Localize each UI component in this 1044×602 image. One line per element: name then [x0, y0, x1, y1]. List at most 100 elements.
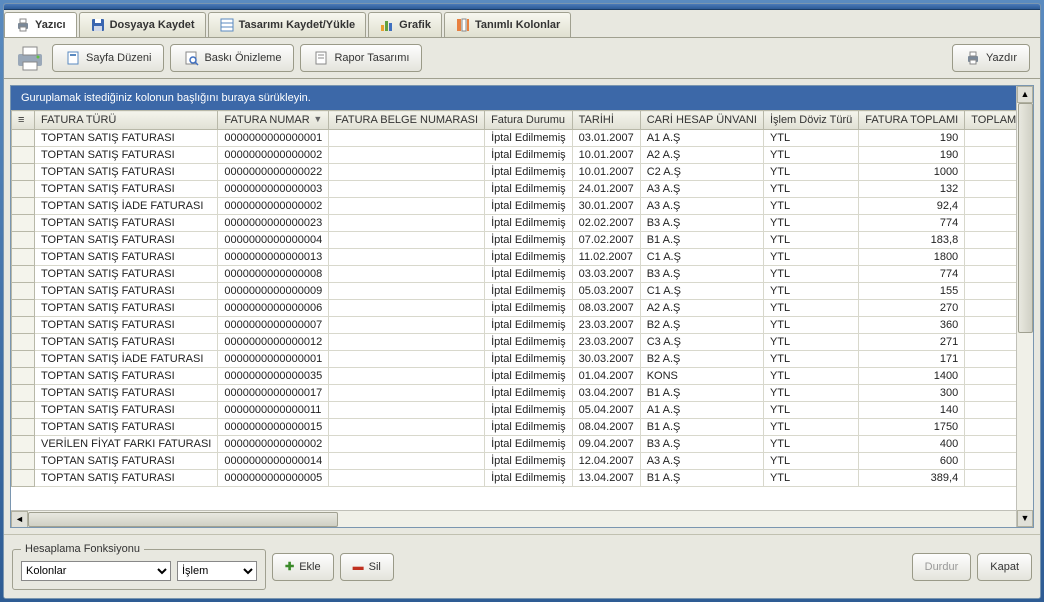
row-indicator[interactable] [12, 181, 35, 198]
table-cell[interactable]: 07.02.2007 [572, 232, 640, 249]
table-row[interactable]: TOPTAN SATIŞ FATURASI0000000000000005İpt… [12, 470, 1017, 487]
table-cell[interactable]: 183,8 [859, 232, 965, 249]
table-cell[interactable]: 1800 [859, 249, 965, 266]
row-indicator[interactable] [12, 198, 35, 215]
table-cell[interactable] [329, 419, 485, 436]
table-cell[interactable]: 0000000000000022 [218, 164, 329, 181]
row-indicator[interactable] [12, 249, 35, 266]
scroll-track[interactable] [1017, 103, 1033, 510]
table-cell[interactable]: TOPTAN SATIŞ FATURASI [35, 232, 218, 249]
table-cell[interactable]: YTL [763, 232, 858, 249]
table-cell[interactable]: TOPTAN SATIŞ FATURASI [35, 215, 218, 232]
table-cell[interactable]: 0 [965, 232, 1016, 249]
table-cell[interactable] [329, 334, 485, 351]
table-cell[interactable]: 92,4 [859, 198, 965, 215]
table-cell[interactable] [329, 181, 485, 198]
tab-tasarimi[interactable]: Tasarımı Kaydet/Yükle [208, 12, 367, 37]
table-cell[interactable]: 0000000000000017 [218, 385, 329, 402]
table-cell[interactable] [329, 215, 485, 232]
table-cell[interactable]: YTL [763, 266, 858, 283]
table-cell[interactable]: TOPTAN SATIŞ FATURASI [35, 130, 218, 147]
table-cell[interactable]: İptal Edilmemiş [485, 351, 573, 368]
table-cell[interactable]: TOPTAN SATIŞ İADE FATURASI [35, 198, 218, 215]
table-cell[interactable]: YTL [763, 453, 858, 470]
table-cell[interactable]: 0000000000000008 [218, 266, 329, 283]
table-cell[interactable]: YTL [763, 470, 858, 487]
table-cell[interactable]: 0000000000000015 [218, 419, 329, 436]
table-cell[interactable]: 190 [859, 147, 965, 164]
row-indicator[interactable] [12, 283, 35, 300]
table-row[interactable]: TOPTAN SATIŞ FATURASI0000000000000022İpt… [12, 164, 1017, 181]
table-cell[interactable]: 0 [965, 436, 1016, 453]
table-cell[interactable]: 0 [965, 402, 1016, 419]
table-row[interactable]: TOPTAN SATIŞ FATURASI0000000000000008İpt… [12, 266, 1017, 283]
table-cell[interactable]: 0 [965, 351, 1016, 368]
table-row[interactable]: VERİLEN FİYAT FARKI FATURASI000000000000… [12, 436, 1017, 453]
table-cell[interactable]: 03.03.2007 [572, 266, 640, 283]
table-cell[interactable]: 155 [859, 283, 965, 300]
table-cell[interactable]: 10.01.2007 [572, 147, 640, 164]
table-row[interactable]: TOPTAN SATIŞ FATURASI0000000000000017İpt… [12, 385, 1017, 402]
table-cell[interactable]: TOPTAN SATIŞ FATURASI [35, 266, 218, 283]
table-cell[interactable]: 23.03.2007 [572, 334, 640, 351]
table-cell[interactable]: A1 A.Ş [640, 130, 763, 147]
table-cell[interactable] [329, 402, 485, 419]
table-cell[interactable]: TOPTAN SATIŞ FATURASI [35, 283, 218, 300]
table-cell[interactable]: 11.02.2007 [572, 249, 640, 266]
table-cell[interactable]: TOPTAN SATIŞ İADE FATURASI [35, 351, 218, 368]
row-indicator[interactable] [12, 215, 35, 232]
table-cell[interactable]: B1 A.Ş [640, 232, 763, 249]
table-cell[interactable]: 0 [965, 300, 1016, 317]
table-cell[interactable]: 0 [965, 215, 1016, 232]
table-cell[interactable] [329, 232, 485, 249]
table-cell[interactable] [329, 470, 485, 487]
table-cell[interactable]: YTL [763, 198, 858, 215]
table-cell[interactable]: İptal Edilmemiş [485, 453, 573, 470]
table-cell[interactable]: 0000000000000001 [218, 130, 329, 147]
yazdir-button[interactable]: Yazdır [952, 44, 1030, 72]
table-row[interactable]: TOPTAN SATIŞ FATURASI0000000000000009İpt… [12, 283, 1017, 300]
table-cell[interactable]: B1 A.Ş [640, 470, 763, 487]
table-cell[interactable]: İptal Edilmemiş [485, 419, 573, 436]
table-cell[interactable]: TOPTAN SATIŞ FATURASI [35, 249, 218, 266]
table-cell[interactable]: YTL [763, 164, 858, 181]
scroll-up-arrow[interactable]: ▲ [1017, 86, 1033, 103]
table-cell[interactable]: 1000 [859, 164, 965, 181]
table-cell[interactable]: YTL [763, 385, 858, 402]
table-cell[interactable]: TOPTAN SATIŞ FATURASI [35, 300, 218, 317]
table-cell[interactable]: İptal Edilmemiş [485, 147, 573, 164]
table-cell[interactable]: 23.03.2007 [572, 317, 640, 334]
table-cell[interactable]: 0000000000000007 [218, 317, 329, 334]
table-cell[interactable]: 24.01.2007 [572, 181, 640, 198]
table-cell[interactable]: İptal Edilmemiş [485, 283, 573, 300]
table-cell[interactable]: B1 A.Ş [640, 385, 763, 402]
table-cell[interactable]: İptal Edilmemiş [485, 385, 573, 402]
scroll-thumb[interactable] [1018, 103, 1033, 333]
kolonlar-select[interactable]: Kolonlar [21, 561, 171, 581]
table-row[interactable]: TOPTAN SATIŞ FATURASI0000000000000023İpt… [12, 215, 1017, 232]
table-cell[interactable]: İptal Edilmemiş [485, 317, 573, 334]
table-cell[interactable] [329, 453, 485, 470]
table-cell[interactable]: 0 [965, 419, 1016, 436]
table-cell[interactable]: TOPTAN SATIŞ FATURASI [35, 453, 218, 470]
table-cell[interactable]: A3 A.Ş [640, 453, 763, 470]
table-cell[interactable] [329, 130, 485, 147]
table-cell[interactable]: 10.01.2007 [572, 164, 640, 181]
row-indicator[interactable] [12, 351, 35, 368]
table-cell[interactable]: 389,4 [859, 470, 965, 487]
table-cell[interactable]: 0000000000000023 [218, 215, 329, 232]
table-cell[interactable]: YTL [763, 283, 858, 300]
column-header[interactable]: FATURA NUMAR▼ [218, 111, 329, 130]
tab-dosyaya-kaydet[interactable]: Dosyaya Kaydet [79, 12, 206, 37]
scroll-thumb-h[interactable] [28, 512, 338, 527]
table-cell[interactable]: 270 [859, 300, 965, 317]
horizontal-scrollbar[interactable]: ◄ ► [11, 510, 1033, 527]
table-cell[interactable]: 0 [965, 283, 1016, 300]
table-cell[interactable]: 0000000000000006 [218, 300, 329, 317]
table-cell[interactable]: B3 A.Ş [640, 215, 763, 232]
table-cell[interactable]: A3 A.Ş [640, 198, 763, 215]
table-cell[interactable]: 774 [859, 215, 965, 232]
table-cell[interactable]: 0 [965, 317, 1016, 334]
table-cell[interactable]: 13.04.2007 [572, 470, 640, 487]
table-cell[interactable]: 05.03.2007 [572, 283, 640, 300]
